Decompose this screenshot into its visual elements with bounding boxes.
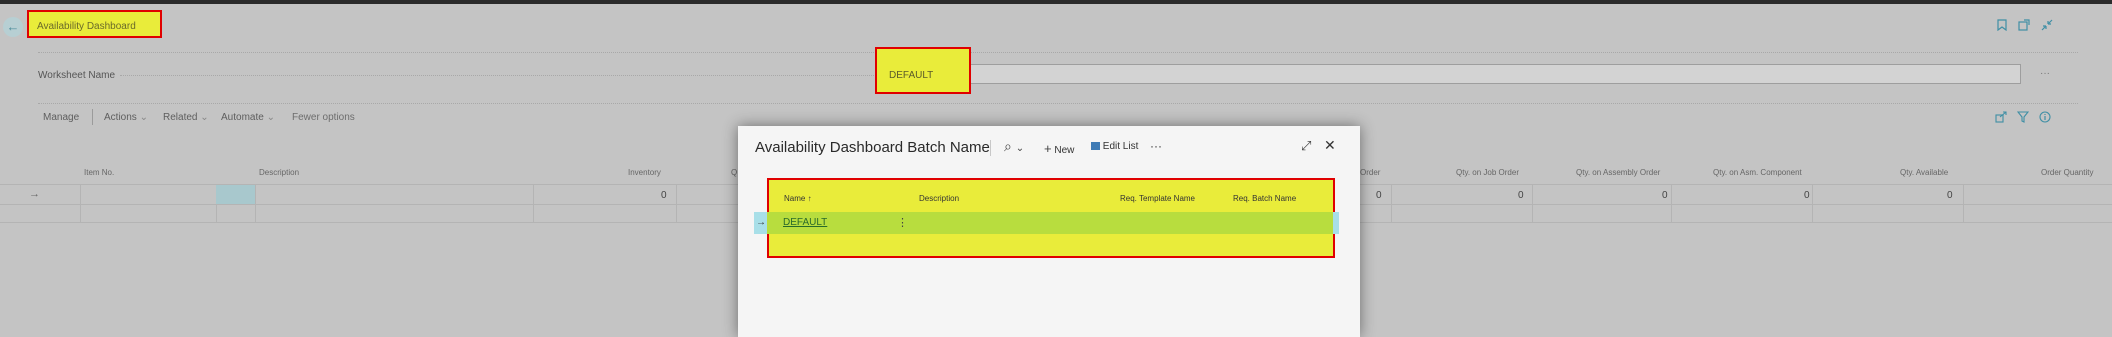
more-options-button[interactable]: ··· (1150, 139, 1162, 153)
order-value[interactable]: 0 (1376, 190, 1382, 201)
related-menu[interactable]: Related ⌄ (163, 112, 209, 123)
row-edge (1333, 212, 1339, 234)
back-button[interactable]: ← (3, 17, 23, 37)
row-arrow-icon: → (756, 217, 766, 228)
qty-available-value[interactable]: 0 (1947, 190, 1953, 201)
grid-line (1963, 184, 1964, 222)
row-selector[interactable]: → (754, 212, 767, 234)
toolbar-separator (990, 140, 991, 156)
fewer-options-button[interactable]: Fewer options (292, 112, 355, 123)
new-button[interactable]: + New (1044, 141, 1074, 156)
collapse-icon[interactable] (2041, 19, 2053, 34)
grid-line (1671, 184, 1672, 222)
column-header-qty-available[interactable]: Qty. Available (1900, 168, 1948, 177)
actions-menu[interactable]: Actions ⌄ (104, 112, 148, 123)
worksheet-name-highlight[interactable]: DEFAULT (875, 47, 971, 94)
list-header-name[interactable]: Name ↑ (784, 194, 812, 203)
column-header-description[interactable]: Description (259, 168, 299, 177)
divider (38, 103, 2078, 104)
grid-line (1532, 184, 1533, 222)
row-arrow-icon: → (29, 188, 40, 200)
grid-line (1812, 184, 1813, 222)
page-title: Availability Dashboard (37, 21, 136, 32)
search-button[interactable]: ⌕ ⌄ (1004, 138, 1024, 155)
command-separator (92, 109, 93, 125)
batch-name-link[interactable]: DEFAULT (783, 217, 827, 228)
page-title-highlight: Availability Dashboard (27, 10, 162, 38)
column-header-qty-on-job-order[interactable]: Qty. on Job Order (1456, 168, 1519, 177)
chevron-down-icon: ⌄ (1015, 143, 1025, 154)
list-header-req-template-name[interactable]: Req. Template Name (1120, 194, 1195, 203)
info-icon[interactable] (2039, 111, 2051, 126)
grid-line (1391, 184, 1392, 222)
row-menu-icon[interactable]: ⋮ (897, 216, 908, 229)
inventory-value[interactable]: 0 (661, 190, 667, 201)
chevron-down-icon: ⌄ (200, 112, 209, 123)
dialog-title: Availability Dashboard Batch Name (755, 139, 990, 156)
filter-icon[interactable] (2016, 111, 2030, 126)
open-new-window-icon[interactable] (2018, 19, 2030, 34)
column-header-truncated[interactable]: Q (731, 168, 737, 177)
column-header-order[interactable]: Order (1360, 168, 1380, 177)
grid-line (676, 184, 677, 222)
grid-line (80, 184, 81, 222)
worksheet-name-field[interactable] (883, 64, 2021, 84)
grid-line (533, 184, 534, 222)
search-icon: ⌕ (1004, 138, 1012, 154)
selected-cell[interactable] (216, 185, 255, 204)
chevron-down-icon: ⌄ (266, 112, 275, 123)
actions-label: Actions (104, 112, 137, 123)
field-assist-button[interactable]: ··· (2040, 68, 2050, 79)
expand-icon[interactable]: ⤢ (1301, 138, 1311, 154)
qty-job-order-value[interactable]: 0 (1518, 190, 1524, 201)
plus-icon: + (1044, 141, 1052, 156)
column-header-order-quantity[interactable]: Order Quantity (2041, 168, 2093, 177)
new-label: New (1054, 145, 1075, 156)
list-row-default[interactable]: DEFAULT ⋮ (767, 212, 1333, 234)
column-header-inventory[interactable]: Inventory (628, 168, 661, 177)
close-icon[interactable]: ✕ (1324, 137, 1336, 154)
qty-assembly-order-value[interactable]: 0 (1662, 190, 1668, 201)
list-header-description[interactable]: Description (919, 194, 959, 203)
worksheet-name-label: Worksheet Name (38, 70, 116, 81)
list-header-req-batch-name[interactable]: Req. Batch Name (1233, 194, 1296, 203)
grid-line (255, 184, 256, 222)
edit-list-label: Edit List (1102, 141, 1139, 152)
column-header-qty-on-asm-component[interactable]: Qty. on Asm. Component (1713, 168, 1802, 177)
back-arrow-icon: ← (6, 19, 20, 34)
column-header-item-no[interactable]: Item No. (84, 168, 114, 177)
label-leader (120, 75, 880, 76)
manage-tab[interactable]: Manage (43, 112, 79, 123)
column-header-qty-on-assembly-order[interactable]: Qty. on Assembly Order (1576, 168, 1660, 177)
bookmark-icon[interactable] (1997, 19, 2007, 34)
divider (38, 52, 2078, 53)
edit-list-icon (1091, 142, 1100, 150)
related-label: Related (163, 112, 198, 123)
automate-menu[interactable]: Automate ⌄ (221, 112, 275, 123)
share-icon[interactable] (1995, 111, 2007, 126)
top-bar (0, 0, 2112, 4)
chevron-down-icon: ⌄ (139, 112, 148, 123)
batch-name-dialog: Availability Dashboard Batch Name ⌕ ⌄ + … (738, 126, 1360, 337)
edit-list-button[interactable]: Edit List (1091, 141, 1138, 152)
worksheet-name-value: DEFAULT (889, 70, 934, 81)
automate-label: Automate (221, 112, 264, 123)
qty-asm-component-value[interactable]: 0 (1804, 190, 1810, 201)
